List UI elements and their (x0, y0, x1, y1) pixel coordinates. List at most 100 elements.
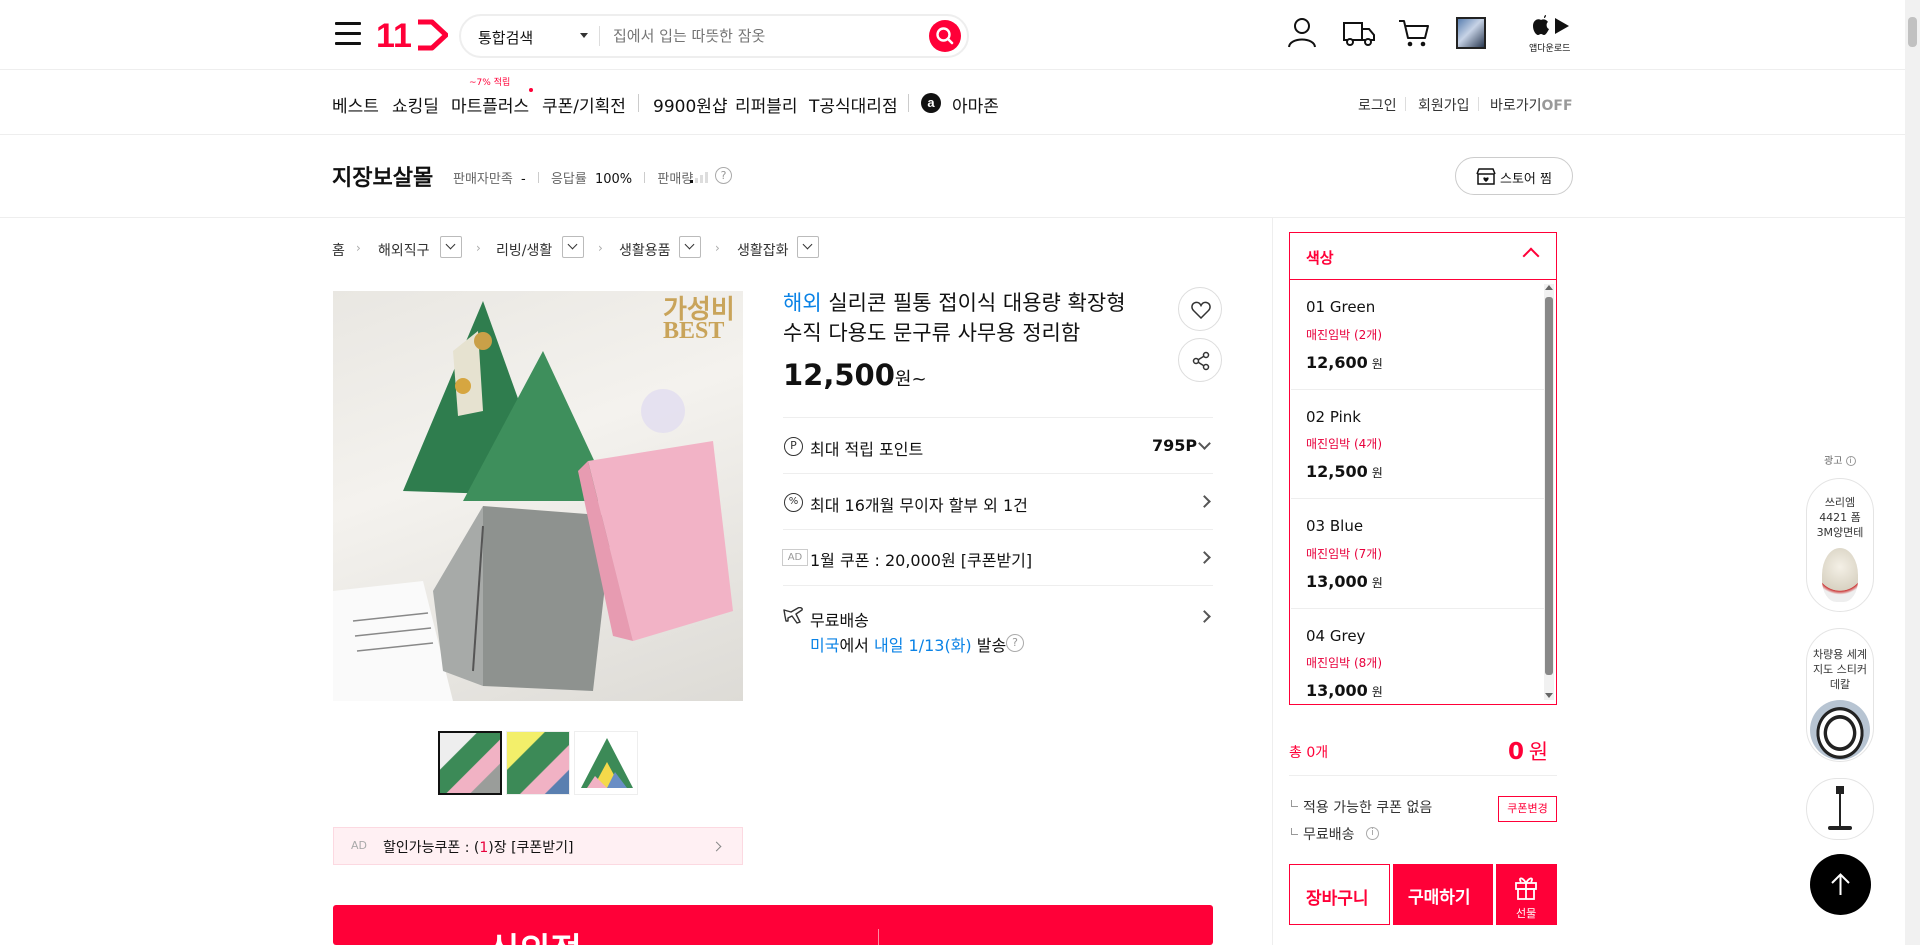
shortcut-toggle[interactable]: 바로가기OFF (1490, 95, 1573, 115)
breadcrumb-dropdown[interactable] (679, 236, 701, 258)
logo[interactable]: 11 (376, 16, 448, 54)
nav-item-republy[interactable]: 리퍼블리 (735, 92, 798, 117)
app-download-label[interactable]: 앱다운로드 (1529, 41, 1570, 54)
store-name[interactable]: 지장보살몰 (332, 160, 433, 192)
chevron-right-icon[interactable] (1198, 495, 1211, 508)
option-stock: 매진임박 (4개) (1306, 437, 1383, 451)
info-icon[interactable]: i (1845, 456, 1856, 466)
coupon-change-button[interactable]: 쿠폰변경 (1498, 796, 1557, 822)
option-stock: 매진임박 (7개) (1306, 547, 1383, 561)
delivery-icon[interactable] (1342, 18, 1376, 48)
recent-view-icon[interactable] (1456, 17, 1486, 49)
price-value: 12,500 (783, 358, 895, 392)
share-icon (1192, 351, 1210, 371)
chevron-right-icon: › (356, 241, 361, 255)
product-image[interactable]: 가성비 BEST (333, 291, 743, 701)
nav-item-mart-plus[interactable]: 마트플러스 (451, 92, 529, 117)
chevron-right-icon[interactable] (1198, 551, 1211, 564)
gift-button[interactable]: 선물 (1496, 864, 1557, 925)
amazon-icon[interactable]: a (921, 93, 941, 113)
store-bar (0, 135, 1905, 218)
my-page-icon[interactable] (1287, 16, 1317, 48)
store-follow-button[interactable]: 스토어 찜 (1455, 157, 1573, 195)
shortcut-label: 바로가기 (1490, 98, 1542, 114)
option-stock: 매진임박 (8개) (1306, 656, 1383, 670)
chevron-right-icon[interactable] (1198, 610, 1211, 623)
breadcrumb-dropdown[interactable] (797, 236, 819, 258)
ad-card-1-image (1822, 548, 1858, 602)
installment-text[interactable]: 최대 16개월 무이자 할부 외 1건 (810, 492, 1028, 516)
delivery-airplane-icon (783, 607, 803, 624)
cart-icon[interactable] (1398, 18, 1430, 48)
scroll-to-top-button[interactable] (1810, 854, 1871, 915)
ad-card-2-image (1810, 700, 1870, 760)
option-scrollbar[interactable] (1544, 284, 1554, 700)
event-banner[interactable]: 신의정 (333, 905, 1213, 945)
nav-item-coupon[interactable]: 쿠폰/기획전 (542, 92, 626, 117)
option-scroll-thumb[interactable] (1545, 297, 1553, 675)
nav-item-t-official[interactable]: T공식대리점 (809, 92, 898, 117)
play-store-icon[interactable] (1554, 17, 1570, 35)
shipping-detail: 미국에서 내일 1/13(화) 발송 (810, 636, 1007, 655)
share-button[interactable] (1178, 338, 1222, 382)
nav-item-9900[interactable]: 9900원샵 (653, 92, 728, 117)
coupon-text[interactable]: 1월 쿠폰 : 20,000원 [쿠폰받기] (810, 547, 1032, 571)
no-coupon-text: 적용 가능한 쿠폰 없음 (1303, 800, 1433, 816)
signup-link[interactable]: 회원가입 (1418, 95, 1470, 115)
page-scrollbar[interactable] (1905, 0, 1920, 945)
nav-item-best[interactable]: 베스트 (332, 92, 379, 117)
breadcrumb-household[interactable]: 생활용품 (619, 240, 671, 260)
ad-card-3-image (1828, 786, 1852, 834)
option-name[interactable]: 04 Grey (1306, 627, 1365, 645)
ad-badge: AD (782, 549, 808, 566)
price-unit: 원~ (894, 369, 927, 390)
ad-badge: AD (351, 839, 367, 852)
arrow-up-icon (1831, 873, 1850, 895)
menu-icon[interactable] (335, 22, 361, 46)
info-icon[interactable]: i (1366, 827, 1379, 840)
wishlist-button[interactable] (1178, 287, 1222, 331)
apple-icon[interactable] (1532, 15, 1550, 35)
help-icon[interactable]: ? (1006, 634, 1024, 652)
buy-button[interactable]: 구매하기 (1393, 864, 1493, 925)
thumbnail-2[interactable] (506, 731, 570, 795)
help-icon[interactable]: ? (715, 167, 732, 184)
point-label: 최대 적립 포인트 (810, 440, 924, 459)
page-scroll-thumb[interactable] (1908, 17, 1917, 47)
chevron-down-icon[interactable] (1198, 437, 1211, 450)
cart-button[interactable]: 장바구니 (1289, 864, 1390, 925)
chevron-down-icon[interactable] (580, 33, 588, 38)
overseas-badge: 해외 (783, 291, 822, 315)
discount-coupon-bar[interactable]: AD 할인가능쿠폰 : (1)장 [쿠폰받기] (333, 827, 743, 865)
shortcut-state: OFF (1541, 98, 1573, 114)
nav-item-shocking-deal[interactable]: 쇼킹딜 (392, 92, 439, 117)
thumbnail-3[interactable] (574, 731, 638, 795)
option-name[interactable]: 02 Pink (1306, 408, 1361, 426)
breadcrumb-goods[interactable]: 생활잡화 (737, 240, 789, 260)
breadcrumb-living[interactable]: 리빙/생활 (496, 240, 552, 260)
login-link[interactable]: 로그인 (1358, 95, 1397, 115)
breadcrumb-dropdown[interactable] (440, 236, 462, 258)
search-category[interactable]: 통합검색 (478, 27, 533, 48)
gift-button-label: 선물 (1516, 907, 1537, 920)
search-input[interactable] (613, 23, 913, 49)
breadcrumb-dropdown[interactable] (562, 236, 584, 258)
option-header[interactable]: 색상 (1306, 247, 1334, 268)
search-bar: 통합검색 (459, 14, 969, 58)
option-name[interactable]: 03 Blue (1306, 517, 1363, 535)
shipping-label: 무료배송 (810, 611, 869, 630)
option-price: 12,600 원 (1306, 353, 1383, 372)
thumbnail-1[interactable] (438, 731, 502, 795)
nav-item-amazon[interactable]: 아마존 (952, 92, 999, 117)
breadcrumb-overseas[interactable]: 해외직구 (378, 240, 430, 260)
breadcrumb-home[interactable]: 홈 (332, 240, 345, 260)
banner-text: 신의정 (488, 923, 582, 945)
installment-icon: % (784, 493, 803, 512)
option-price: 12,500 원 (1306, 462, 1383, 481)
buy-button-label: 구매하기 (1408, 888, 1471, 908)
search-button[interactable] (929, 20, 961, 52)
option-name[interactable]: 01 Green (1306, 298, 1375, 316)
satisfaction-label: 판매자만족 (453, 172, 513, 187)
search-icon (936, 27, 954, 45)
ship-date: 내일 1/13(화) (874, 636, 972, 655)
